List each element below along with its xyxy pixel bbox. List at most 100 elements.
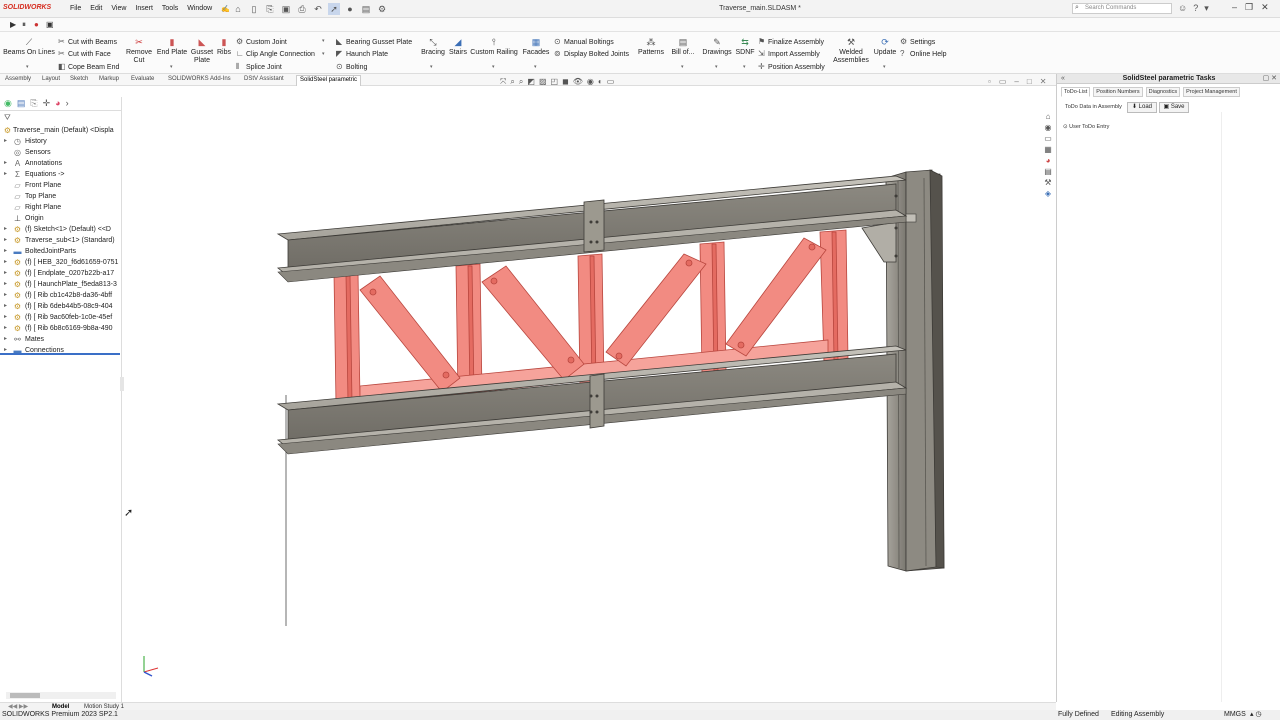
appearances-icon[interactable]: ◕ (1042, 156, 1054, 165)
tree-item[interactable]: ▱ Front Plane (0, 180, 122, 191)
update-button[interactable]: ⟳ Update (872, 37, 898, 57)
user-todo-entry[interactable]: ⊙ User ToDo Entry (1063, 124, 1109, 130)
expand-arrow-icon[interactable]: ▸ (4, 301, 7, 312)
custom-joint-dropdown-icon[interactable]: ▾ (322, 38, 325, 44)
minimize-button[interactable]: – (1232, 2, 1237, 13)
pin-icon[interactable]: ✍ (221, 5, 230, 13)
expand-icon[interactable]: ▾ (1204, 3, 1209, 14)
menu-tools[interactable]: Tools (162, 5, 178, 13)
bracing-dropdown-icon[interactable]: ▾ (430, 64, 433, 70)
finalize-assembly-button[interactable]: ⚑ Finalize Assembly (758, 37, 824, 47)
sdnf-dropdown-icon[interactable]: ▾ (743, 64, 746, 70)
drawings-dropdown-icon[interactable]: ▾ (715, 64, 718, 70)
settings-button[interactable]: ⚙ Settings (900, 37, 935, 47)
tab-position-numbers[interactable]: Position Numbers (1093, 87, 1143, 97)
select-icon[interactable]: ➚ (328, 3, 340, 15)
haunch-plate-button[interactable]: ◤ Haunch Plate (336, 49, 388, 59)
facades-button[interactable]: ▦ Facades (522, 37, 550, 57)
tab-project-management[interactable]: Project Management (1183, 87, 1240, 97)
file-explorer-icon[interactable]: ▭ (1042, 134, 1054, 143)
end-plate-button[interactable]: ▮ End Plate (156, 37, 188, 57)
expand-arrow-icon[interactable]: ▸ (4, 279, 7, 290)
pause-icon[interactable]: ⏸ (22, 20, 26, 30)
solidsteel-tasks-icon[interactable]: ◈ (1042, 189, 1054, 198)
clip-angle-dropdown-icon[interactable]: ▾ (322, 51, 325, 57)
position-assembly-button[interactable]: ✛ Position Assembly (758, 62, 825, 72)
cut-with-face-button[interactable]: ✂ Cut with Face (58, 49, 111, 59)
column-cleat[interactable] (905, 213, 917, 223)
tree-item[interactable]: ▱ Right Plane (0, 202, 122, 213)
drawings-button[interactable]: ✎ Drawings (700, 37, 734, 57)
tree-item[interactable]: ▸ ⚙ Traverse_sub<1> (Standard) (0, 235, 122, 246)
configuration-manager-tab-icon[interactable]: ⎘ (30, 98, 37, 109)
save-button[interactable]: ▣ Save (1159, 102, 1189, 113)
tree-item[interactable]: ▸ ⚙ (f) [ Rib 9ac60feb-1c0e-45ef (0, 312, 122, 323)
beams-on-lines-button[interactable]: ⟋ Beams On Lines (2, 37, 56, 57)
clip-angle-connection-button[interactable]: ∟ Clip Angle Connection (236, 49, 315, 59)
collapse-pane-icon[interactable]: « (1061, 74, 1065, 84)
remove-cut-button[interactable]: ✂ Remove Cut (124, 37, 154, 65)
dimxpert-tab-icon[interactable]: ✛ (43, 98, 51, 109)
close-button[interactable]: ✕ (1261, 2, 1269, 13)
tab-sketch[interactable]: Sketch (70, 76, 88, 82)
railing-dropdown-icon[interactable]: ▾ (492, 64, 495, 70)
viewport-tile-icon[interactable]: ▭ (999, 77, 1007, 86)
tree-item[interactable]: ▸ ⚙ (f) [ HEB_320_f6d61659-0751 (0, 257, 122, 268)
tab-solidworks-addins[interactable]: SOLIDWORKS Add-Ins (168, 76, 231, 82)
expand-arrow-icon[interactable]: ▸ (4, 224, 7, 235)
tab-todo-list[interactable]: ToDo-List (1061, 87, 1091, 97)
expand-arrow-icon[interactable]: ▸ (4, 136, 7, 147)
tab-diagnostics[interactable]: Diagnostics (1145, 87, 1181, 97)
cut-with-beams-button[interactable]: ✂ Cut with Beams (58, 37, 117, 47)
display-manager-tab-icon[interactable]: ◕ (55, 98, 60, 109)
save-macro-icon[interactable]: ▣ (46, 20, 54, 29)
gusset-plate-button[interactable]: ◣ Gusset Plate (188, 37, 216, 65)
bolting-button[interactable]: ⊙ Bolting (336, 62, 367, 72)
file-properties-icon[interactable]: ▤ (360, 3, 372, 15)
property-manager-tab-icon[interactable]: ▤ (17, 98, 26, 109)
bracing-button[interactable]: ⤡ Bracing (420, 37, 446, 57)
menu-edit[interactable]: Edit (90, 5, 102, 13)
tree-item[interactable]: ▸ Σ Equations -> (0, 169, 122, 180)
haunch-plate[interactable] (861, 221, 897, 263)
viewport-close-icon[interactable]: ✕ (1040, 77, 1047, 86)
tree-item[interactable]: ▸ ◷ History (0, 136, 122, 147)
tree-horizontal-scrollbar[interactable] (6, 692, 116, 699)
tree-item[interactable]: ▸ ⚯ Mates (0, 334, 122, 345)
restore-button[interactable]: ❐ (1245, 2, 1253, 13)
expand-arrow-icon[interactable]: ▸ (4, 257, 7, 268)
tree-item[interactable]: ◎ Sensors (0, 147, 122, 158)
tree-item[interactable]: ▸ A Annotations (0, 158, 122, 169)
design-library-icon[interactable]: ◉ (1042, 123, 1054, 132)
menu-view[interactable]: View (111, 5, 126, 13)
bearing-gusset-plate-button[interactable]: ◣ Bearing Gusset Plate (336, 37, 412, 47)
expand-arrow-icon[interactable]: ▸ (4, 158, 7, 169)
pane-options-icon[interactable]: ▢ ✕ (1263, 74, 1277, 84)
expand-arrow-icon[interactable]: ▸ (4, 312, 7, 323)
solidworks-logo[interactable]: SOLIDWORKS (3, 4, 51, 11)
viewport-restore-icon[interactable]: ▫ (988, 77, 991, 86)
home-icon[interactable]: ⌂ (232, 3, 244, 15)
expand-arrow-icon[interactable]: ▸ (4, 323, 7, 334)
tree-item[interactable]: ⊥ Origin (0, 213, 122, 224)
patterns-button[interactable]: ⁂ Patterns (636, 37, 666, 57)
expand-arrow-icon[interactable]: ▸ (4, 334, 7, 345)
manual-boltings-button[interactable]: ⊙ Manual Boltings (554, 37, 614, 47)
expand-arrow-icon[interactable]: ▸ (4, 235, 7, 246)
tabs-more-icon[interactable]: › (66, 98, 69, 109)
tab-assembly[interactable]: Assembly (5, 76, 31, 82)
viewport-maximize-icon[interactable]: □ (1027, 77, 1032, 86)
custom-properties-icon[interactable]: ▤ (1042, 167, 1054, 176)
status-units[interactable]: MMGS (1224, 710, 1246, 720)
expand-arrow-icon[interactable]: ▸ (4, 246, 7, 257)
new-document-icon[interactable]: ▯ (248, 3, 260, 15)
splice-joint-button[interactable]: ⫴ Splice Joint (236, 62, 282, 72)
account-icon[interactable]: ☺ (1178, 3, 1187, 14)
end-plate-dropdown-icon[interactable]: ▾ (170, 64, 173, 70)
view-palette-icon[interactable]: ▦ (1042, 145, 1054, 154)
stairs-button[interactable]: ◢ Stairs (446, 37, 470, 57)
expand-arrow-icon[interactable]: ▸ (4, 268, 7, 279)
custom-joint-button[interactable]: ⚙ Custom Joint (236, 37, 287, 47)
import-assembly-button[interactable]: ⇲ Import Assembly (758, 49, 820, 59)
display-bolted-joints-button[interactable]: ⊚ Display Bolted Joints (554, 49, 629, 59)
